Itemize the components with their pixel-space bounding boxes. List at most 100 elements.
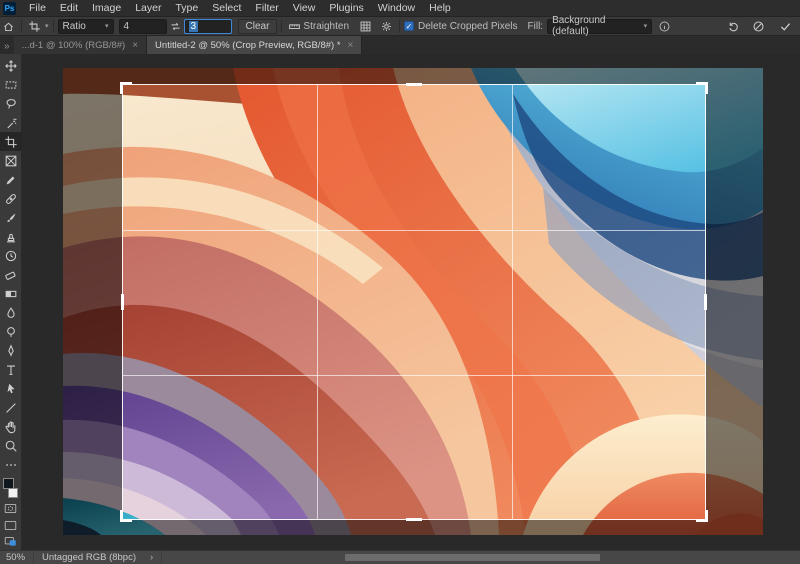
menu-plugins[interactable]: Plugins [322, 0, 370, 16]
fill-select[interactable]: Background (default) ▾ [547, 19, 652, 34]
frame-icon [4, 154, 18, 168]
type-tool[interactable] [0, 360, 22, 379]
commit-crop-icon[interactable] [777, 19, 794, 34]
tab-close-icon[interactable]: × [348, 40, 354, 51]
move-icon [4, 59, 18, 73]
fill-label: Fill: [528, 21, 544, 32]
more-tool[interactable] [0, 455, 22, 474]
menu-view[interactable]: View [286, 0, 323, 16]
home-icon[interactable] [0, 19, 17, 34]
dodge-tool[interactable] [0, 322, 22, 341]
eraser-icon [4, 268, 18, 282]
zoom-icon [4, 439, 18, 453]
magic-wand-icon [4, 116, 18, 130]
document-tab[interactable]: ...d-1 @ 100% (RGB/8#)× [14, 36, 147, 54]
eyedropper-icon [4, 173, 18, 187]
menu-file[interactable]: File [22, 0, 53, 16]
menu-edit[interactable]: Edit [53, 0, 85, 16]
reset-crop-icon[interactable] [725, 19, 742, 34]
tool-palette [0, 54, 22, 550]
brush-tool[interactable] [0, 208, 22, 227]
menu-layer[interactable]: Layer [128, 0, 168, 16]
type-icon [4, 363, 18, 377]
tab-close-icon[interactable]: × [132, 40, 138, 51]
workspace-switch-icon[interactable] [0, 533, 22, 550]
crop-icon [4, 135, 18, 149]
document-profile-status[interactable]: Untagged RGB (8bpc) › [33, 551, 162, 564]
pen-tool[interactable] [0, 341, 22, 360]
canvas-area[interactable] [22, 54, 800, 550]
frame-tool[interactable] [0, 151, 22, 170]
gradient-tool[interactable] [0, 284, 22, 303]
crop-handle-bottom-right[interactable] [696, 510, 708, 522]
horizontal-scrollbar-thumb[interactable] [345, 554, 600, 561]
line-tool[interactable] [0, 398, 22, 417]
document-tab-active[interactable]: Untitled-2 @ 50% (Crop Preview, RGB/8#) … [147, 36, 362, 54]
crop-tool[interactable] [0, 132, 22, 151]
lasso-tool[interactable] [0, 94, 22, 113]
eyedropper-tool[interactable] [0, 170, 22, 189]
screen-mode-icon[interactable] [0, 517, 22, 534]
straighten-level-icon[interactable] [286, 19, 303, 34]
straighten-button[interactable]: Straighten [303, 21, 349, 32]
swap-width-height-icon[interactable] [167, 19, 184, 34]
menu-type[interactable]: Type [168, 0, 205, 16]
thirds-gridline-horizontal-1 [123, 230, 705, 231]
eraser-tool[interactable] [0, 265, 22, 284]
healing-brush-icon [4, 192, 18, 206]
status-bar: 50% Untagged RGB (8bpc) › [0, 550, 800, 564]
crop-box[interactable] [122, 84, 706, 520]
aspect-ratio-select[interactable]: Ratio ▾ [58, 19, 114, 34]
chevron-down-icon: ▾ [644, 22, 648, 30]
crop-shield-left [63, 84, 122, 520]
crop-handle-top-left[interactable] [120, 82, 132, 94]
crop-handle-right[interactable] [704, 294, 707, 310]
background-color-swatch[interactable] [8, 488, 18, 498]
info-icon[interactable] [656, 19, 673, 34]
hand-icon [4, 420, 18, 434]
color-swatches[interactable] [0, 476, 22, 500]
crop-handle-left[interactable] [121, 294, 124, 310]
crop-handle-bottom[interactable] [406, 518, 422, 521]
ratio-width-input[interactable]: 4 [119, 19, 167, 34]
history-brush-tool[interactable] [0, 246, 22, 265]
overlay-options-icon[interactable] [357, 19, 374, 34]
hand-tool[interactable] [0, 417, 22, 436]
quick-mask-icon[interactable] [0, 500, 22, 517]
crop-handle-bottom-left[interactable] [120, 510, 132, 522]
ratio-height-input[interactable]: 3 [184, 19, 232, 34]
magic-wand-tool[interactable] [0, 113, 22, 132]
path-selection-tool[interactable] [0, 379, 22, 398]
tool-preset-chevron-icon: ▾ [45, 22, 49, 30]
horizontal-scrollbar[interactable] [340, 553, 610, 562]
foreground-color-swatch[interactable] [3, 478, 14, 489]
menu-bar: Ps FileEditImageLayerTypeSelectFilterVie… [0, 0, 800, 17]
zoom-level-field[interactable]: 50% [0, 552, 33, 563]
move-tool[interactable] [0, 56, 22, 75]
delete-cropped-pixels-label[interactable]: Delete Cropped Pixels [418, 21, 518, 32]
thirds-gridline-vertical-2 [512, 85, 513, 519]
crop-handle-top-right[interactable] [696, 82, 708, 94]
more-icon [4, 458, 18, 472]
clone-stamp-tool[interactable] [0, 227, 22, 246]
menu-window[interactable]: Window [371, 0, 422, 16]
delete-cropped-pixels-checkbox[interactable]: ✓ [404, 21, 414, 31]
menu-help[interactable]: Help [422, 0, 458, 16]
menu-image[interactable]: Image [85, 0, 128, 16]
chevron-down-icon: ▾ [105, 22, 109, 30]
crop-settings-gear-icon[interactable] [378, 19, 395, 34]
menu-select[interactable]: Select [205, 0, 248, 16]
document-image[interactable] [63, 68, 763, 535]
zoom-tool[interactable] [0, 436, 22, 455]
crop-handle-top[interactable] [406, 83, 422, 86]
healing-brush-tool[interactable] [0, 189, 22, 208]
gradient-icon [4, 287, 18, 301]
menu-filter[interactable]: Filter [248, 0, 285, 16]
blur-tool[interactable] [0, 303, 22, 322]
clear-button[interactable]: Clear [238, 19, 278, 34]
crop-tool-preset-icon[interactable] [26, 19, 43, 34]
crop-options-bar: ▾ Ratio ▾ 4 3 Clear Straighten ✓ Delete … [0, 17, 800, 36]
tab-overflow-icon[interactable]: » [0, 41, 14, 54]
marquee-tool[interactable] [0, 75, 22, 94]
cancel-crop-icon[interactable] [750, 19, 767, 34]
